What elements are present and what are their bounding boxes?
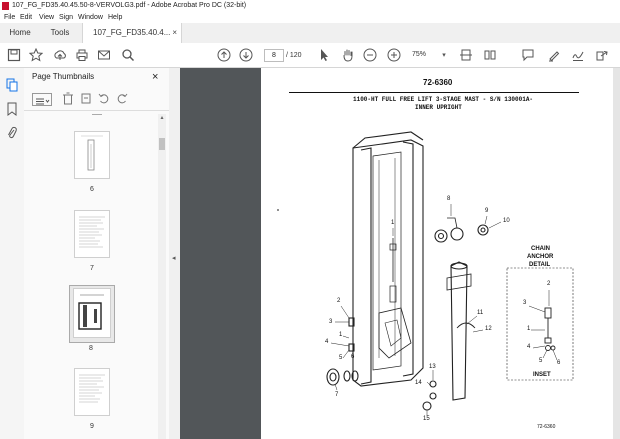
upload-cloud-icon[interactable] (52, 47, 68, 63)
callout-2: 2 (337, 298, 341, 304)
menu-help[interactable]: Help (108, 12, 122, 23)
thumbnail-label-6: 6 (90, 186, 94, 193)
rotate-counterclockwise-icon[interactable] (98, 92, 110, 105)
bookmark-star-icon[interactable] (28, 47, 44, 63)
menu-window[interactable]: Window (78, 12, 103, 23)
tab-tools[interactable]: Tools (40, 23, 80, 43)
parts-diagram (277, 131, 574, 416)
panel-header: Page Thumbnails × (24, 68, 169, 86)
acrobat-app-icon (2, 2, 9, 10)
print-icon[interactable] (74, 47, 90, 63)
inset-callout-1: 1 (527, 326, 531, 332)
tab-home[interactable]: Home (0, 23, 40, 43)
zoom-in-icon[interactable] (386, 47, 402, 63)
callout-13: 13 (429, 364, 436, 370)
collapse-arrow-icon[interactable]: ◂ (172, 254, 176, 262)
delete-page-icon[interactable] (62, 92, 74, 105)
highlight-pen-icon[interactable] (546, 47, 562, 63)
panel-title: Page Thumbnails (32, 72, 95, 81)
page-thumbnails-panel: Page Thumbnails × 6 7 8 9 ▴ (24, 68, 170, 439)
scrollbar-thumb[interactable] (159, 138, 165, 150)
callout-3: 3 (329, 319, 333, 325)
next-page-icon[interactable] (238, 47, 254, 63)
extract-page-icon[interactable] (80, 92, 92, 105)
tab-document[interactable]: 107_FG_FD35.40.4... × (82, 23, 182, 43)
close-panel-icon[interactable]: × (152, 68, 158, 86)
tab-bar: Home Tools 107_FG_FD35.40.4... × (0, 23, 620, 44)
tab-close-icon[interactable]: × (172, 23, 177, 43)
zoom-out-icon[interactable] (362, 47, 378, 63)
callout-5: 5 (339, 355, 343, 361)
inset-callout-6: 6 (557, 360, 561, 366)
callout-10: 10 (503, 218, 510, 224)
tab-document-label: 107_FG_FD35.40.4... (93, 28, 171, 37)
thumbnail-label-9: 9 (90, 423, 94, 430)
window-title: 107_FG_FD35.40.45.50-8-VERVOLG3.pdf - Ad… (12, 2, 247, 9)
previous-page-icon[interactable] (216, 47, 232, 63)
footer-code: 72-6360 (537, 424, 556, 430)
thumbnail-label-8: 8 (89, 345, 93, 352)
menu-file[interactable]: File (4, 12, 15, 23)
save-icon[interactable] (6, 47, 22, 63)
email-icon[interactable] (96, 47, 112, 63)
inset-title-chain: CHAIN (531, 246, 550, 252)
callout-15: 15 (423, 416, 430, 422)
callout-1b: 1 (339, 332, 343, 338)
attachment-paperclip-icon[interactable] (6, 126, 18, 140)
page-thumbnail-7[interactable] (74, 210, 110, 258)
bookmark-icon[interactable] (6, 102, 18, 116)
inset-title-detail: DETAIL (529, 262, 551, 268)
inset-title-anchor: ANCHOR (527, 254, 554, 260)
thumbnail-scrollbar[interactable]: ▴ (158, 114, 166, 439)
page-total: / 120 (286, 52, 302, 59)
page-thumbnail-9[interactable] (74, 368, 110, 416)
thumbnail-top-edge (92, 114, 102, 119)
chevron-down-icon[interactable]: ▾ (440, 47, 448, 63)
callout-14: 14 (415, 380, 422, 386)
inset-callout-5: 5 (539, 358, 543, 364)
page-thumbnails-icon[interactable] (6, 78, 18, 92)
zoom-level-dropdown[interactable]: 75% (412, 49, 438, 60)
thumbnail-toolbar (24, 88, 169, 111)
callout-12: 12 (485, 326, 492, 332)
pdf-page: 72-6360 1100-HT FULL FREE LIFT 3-STAGE M… (261, 68, 613, 439)
sign-icon[interactable] (570, 47, 586, 63)
hand-tool-icon[interactable] (340, 47, 356, 63)
inset-label: INSET (533, 372, 551, 378)
callout-4: 4 (325, 339, 329, 345)
callout-1: 1 (391, 220, 395, 226)
callout-11: 11 (477, 310, 484, 316)
menu-sign[interactable]: Sign (59, 12, 73, 23)
comment-icon[interactable] (520, 47, 536, 63)
select-cursor-icon[interactable] (316, 47, 332, 63)
inset-callout-3: 3 (523, 300, 527, 306)
scroll-up-arrow-icon[interactable]: ▴ (158, 114, 166, 121)
callout-7: 7 (335, 392, 339, 398)
inset-callout-2: 2 (547, 281, 551, 287)
fit-page-icon[interactable] (458, 47, 474, 63)
menu-edit[interactable]: Edit (20, 12, 32, 23)
share-icon[interactable] (594, 47, 610, 63)
scrolling-mode-icon[interactable] (482, 47, 498, 63)
page-thumbnail-6[interactable] (74, 131, 110, 179)
thumbnail-label-7: 7 (90, 265, 94, 272)
right-scroll-gutter[interactable] (613, 68, 620, 439)
callout-6: 6 (351, 354, 355, 360)
title-bar: 107_FG_FD35.40.45.50-8-VERVOLG3.pdf - Ad… (0, 0, 620, 12)
menu-view[interactable]: View (39, 12, 54, 23)
page-thumbnail-8[interactable] (73, 288, 111, 338)
page-number-input[interactable]: 8 (264, 49, 284, 62)
callout-8: 8 (447, 196, 451, 202)
toolbar: 8 / 120 75% ▾ (0, 43, 620, 68)
callout-9: 9 (485, 208, 489, 214)
rotate-clockwise-icon[interactable] (116, 92, 128, 105)
thumbnail-options-icon[interactable] (32, 93, 52, 106)
navigation-rail (0, 68, 25, 439)
menu-bar: File Edit View Sign Window Help (0, 12, 620, 23)
inset-callout-4: 4 (527, 344, 531, 350)
search-icon[interactable] (120, 47, 136, 63)
